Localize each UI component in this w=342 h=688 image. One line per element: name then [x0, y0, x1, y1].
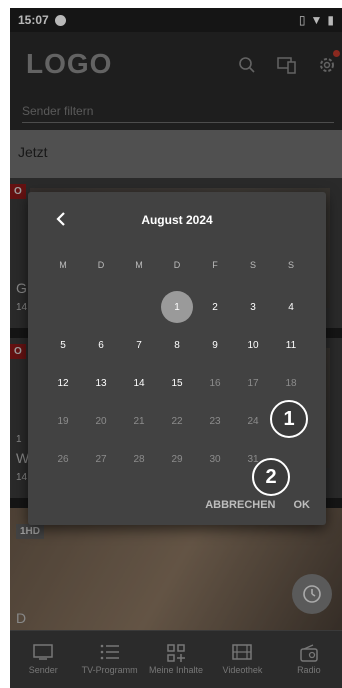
selected-day[interactable]: 1: [158, 288, 196, 326]
calendar-day[interactable]: 6: [82, 326, 120, 364]
calendar-day[interactable]: 4: [272, 288, 310, 326]
tv-icon: [33, 644, 53, 662]
calendar-grid: M D M D F S S 1 2 3 4 5 6 7 8 9 10 11 12 13 14 15 16 17 18 19 20 21…: [44, 250, 310, 478]
nav-item-videothek[interactable]: Videothek: [209, 631, 275, 688]
weekday-label: M: [59, 260, 67, 270]
calendar-day: 18: [285, 377, 297, 389]
bottom-navigation: Sender TV-Programm Meine Inhalte Videothek R…: [10, 630, 342, 688]
cancel-button[interactable]: ABBRECHEN: [205, 499, 275, 511]
annotation-marker-2: 2: [252, 458, 290, 496]
weekday-label: M: [135, 260, 143, 270]
nav-label: Meine Inhalte: [148, 665, 204, 675]
calendar-day: 24: [247, 415, 259, 427]
calendar-day[interactable]: 8: [158, 326, 196, 364]
grid-plus-icon: [167, 644, 186, 662]
calendar-day: 20: [95, 415, 107, 427]
weekday-label: F: [212, 260, 218, 270]
calendar-week: 5 6 7 8 9 10 11: [44, 326, 310, 364]
calendar-day: 19: [57, 415, 69, 427]
weekday-label: S: [287, 260, 294, 270]
ok-button[interactable]: OK: [294, 499, 311, 511]
calendar-day: 26: [57, 453, 69, 465]
calendar-day: 23: [209, 415, 221, 427]
weekday-label: D: [173, 260, 181, 270]
calendar-day: 27: [95, 453, 107, 465]
nav-label: Videothek: [222, 665, 263, 675]
nav-label: TV-Programm: [81, 665, 138, 675]
nav-label: Sender: [28, 665, 58, 675]
film-icon: [232, 644, 253, 662]
nav-item-meine-inhalte[interactable]: Meine Inhalte: [143, 631, 209, 688]
nav-item-sender[interactable]: Sender: [10, 631, 76, 688]
empty-day-cell: [120, 288, 158, 326]
calendar-day[interactable]: 10: [234, 326, 272, 364]
calendar-day[interactable]: 7: [120, 326, 158, 364]
radio-icon: [300, 644, 318, 662]
calendar-day[interactable]: 14: [120, 364, 158, 402]
clock-icon: [303, 585, 321, 603]
calendar-week: 12 13 14 15 16 17 18: [44, 364, 310, 402]
calendar-day[interactable]: 15: [158, 364, 196, 402]
calendar-day: 28: [133, 453, 145, 465]
calendar-day[interactable]: 13: [82, 364, 120, 402]
calendar-day[interactable]: 9: [196, 326, 234, 364]
app-screen: 15:07 ▯ ▼ ▮ LOGO Sender filtern Jetzt O …: [10, 8, 342, 688]
calendar-day[interactable]: 11: [272, 326, 310, 364]
calendar-day: 30: [209, 453, 221, 465]
weekday-header: MDMDFSS: [44, 250, 310, 288]
empty-day-cell: [44, 288, 82, 326]
month-label: August 2024: [141, 213, 213, 227]
nav-item-tv-programm[interactable]: TV-Programm: [76, 631, 142, 688]
date-picker-header: August 2024: [28, 192, 326, 244]
clock-button[interactable]: [292, 574, 332, 614]
calendar-day[interactable]: 5: [44, 326, 82, 364]
calendar-day[interactable]: 12: [44, 364, 82, 402]
calendar-week: 1234: [44, 288, 310, 326]
weekday-label: S: [249, 260, 256, 270]
weekday-label: D: [97, 260, 105, 270]
nav-item-radio[interactable]: Radio: [276, 631, 342, 688]
calendar-day: 16: [209, 377, 221, 389]
dialog-actions: ABBRECHEN OK: [205, 499, 310, 511]
calendar-day: 22: [171, 415, 183, 427]
calendar-day[interactable]: 3: [234, 288, 272, 326]
nav-label: Radio: [297, 665, 321, 675]
calendar-day[interactable]: 2: [196, 288, 234, 326]
annotation-marker-1: 1: [270, 400, 308, 438]
list-icon: [100, 644, 120, 662]
calendar-day: 21: [133, 415, 145, 427]
empty-day-cell: [82, 288, 120, 326]
calendar-day: 17: [247, 377, 259, 389]
calendar-day: 29: [171, 453, 183, 465]
